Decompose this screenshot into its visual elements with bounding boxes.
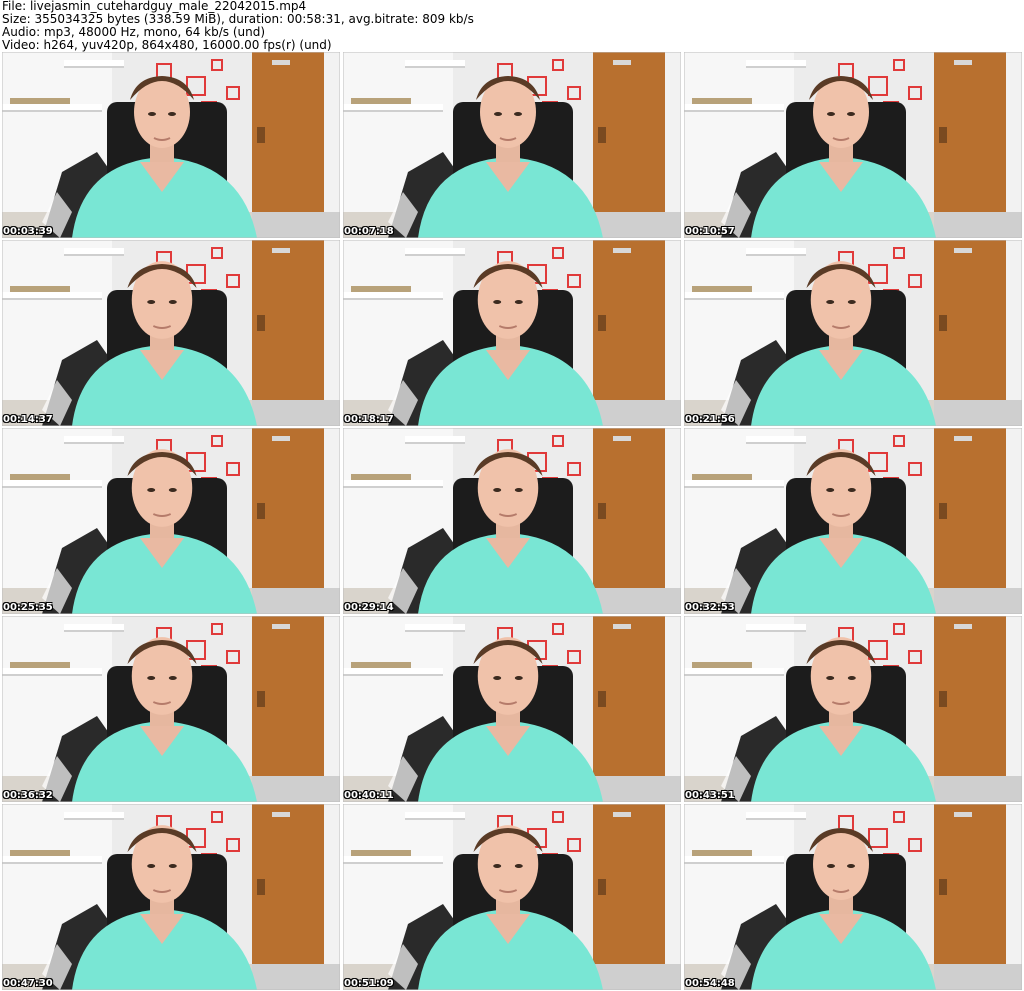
frame-timestamp: 00:03:39	[3, 226, 53, 237]
thumbnail-frame[interactable]: 00:54:48	[684, 804, 1022, 990]
video-frame-image	[343, 428, 681, 614]
video-frame-image	[2, 804, 340, 990]
thumbnail-frame[interactable]: 00:03:39	[2, 52, 340, 238]
frame-timestamp: 00:47:30	[3, 978, 53, 989]
thumbnail-frame[interactable]: 00:32:53	[684, 428, 1022, 614]
thumbnail-frame[interactable]: 00:07:18	[343, 52, 681, 238]
frame-timestamp: 00:07:18	[344, 226, 394, 237]
frame-timestamp: 00:18:17	[344, 414, 394, 425]
file-name-line: File: livejasmin_cutehardguy_male_220420…	[2, 0, 307, 13]
thumbnail-frame[interactable]: 00:47:30	[2, 804, 340, 990]
frame-timestamp: 00:14:37	[3, 414, 53, 425]
audio-info-line: Audio: mp3, 48000 Hz, mono, 64 kb/s (und…	[2, 26, 266, 39]
video-frame-image	[343, 52, 681, 238]
thumbnail-frame[interactable]: 00:36:32	[2, 616, 340, 802]
frame-timestamp: 00:54:48	[685, 978, 735, 989]
thumbnail-frame[interactable]: 00:18:17	[343, 240, 681, 426]
video-frame-image	[343, 804, 681, 990]
thumbnail-frame[interactable]: 00:43:51	[684, 616, 1022, 802]
frame-timestamp: 00:51:09	[344, 978, 394, 989]
thumbnail-frame[interactable]: 00:51:09	[343, 804, 681, 990]
video-info-line: Video: h264, yuv420p, 864x480, 16000.00 …	[2, 39, 332, 52]
video-frame-image	[684, 616, 1022, 802]
thumbnail-frame[interactable]: 00:10:57	[684, 52, 1022, 238]
video-frame-image	[2, 616, 340, 802]
thumbnail-frame[interactable]: 00:40:11	[343, 616, 681, 802]
video-frame-image	[343, 240, 681, 426]
video-frame-image	[684, 240, 1022, 426]
thumbnail-frame[interactable]: 00:25:35	[2, 428, 340, 614]
video-frame-image	[2, 240, 340, 426]
frame-timestamp: 00:43:51	[685, 790, 735, 801]
thumbnail-frame[interactable]: 00:14:37	[2, 240, 340, 426]
video-frame-image	[2, 428, 340, 614]
video-frame-image	[684, 804, 1022, 990]
frame-timestamp: 00:32:53	[685, 602, 735, 613]
frame-timestamp: 00:36:32	[3, 790, 53, 801]
file-size-line: Size: 355034325 bytes (338.59 MiB), dura…	[2, 13, 474, 26]
frame-timestamp: 00:10:57	[685, 226, 735, 237]
video-frame-image	[343, 616, 681, 802]
frame-timestamp: 00:21:56	[685, 414, 735, 425]
video-frame-image	[2, 52, 340, 238]
thumbnail-grid: 00:03:39 00:07:18 00:10:57 00:14:37 00:1…	[2, 52, 1022, 990]
frame-timestamp: 00:40:11	[344, 790, 394, 801]
video-frame-image	[684, 52, 1022, 238]
file-info-header: File: livejasmin_cutehardguy_male_220420…	[2, 0, 1022, 52]
thumbnail-frame[interactable]: 00:21:56	[684, 240, 1022, 426]
frame-timestamp: 00:29:14	[344, 602, 394, 613]
video-frame-image	[684, 428, 1022, 614]
frame-timestamp: 00:25:35	[3, 602, 53, 613]
thumbnail-frame[interactable]: 00:29:14	[343, 428, 681, 614]
